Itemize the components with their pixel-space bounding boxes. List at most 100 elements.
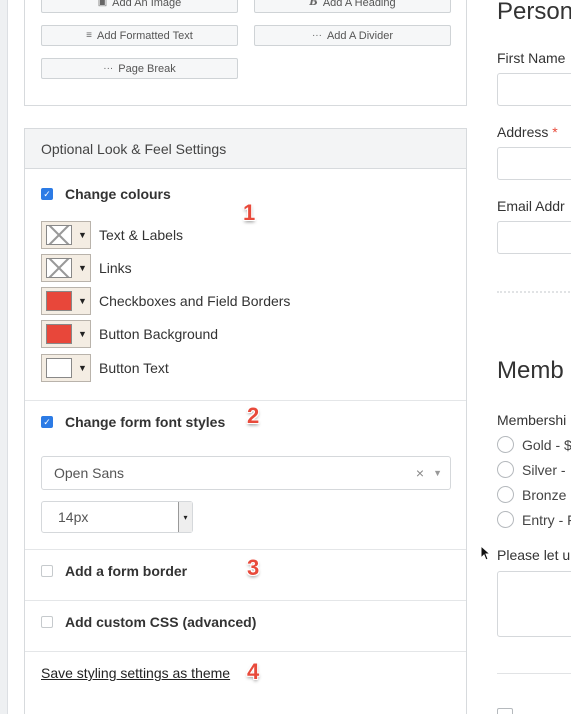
font-family-select[interactable]: Open Sans × ▼ (41, 456, 451, 490)
first-name-label: First Name (497, 50, 566, 66)
address-input[interactable] (497, 147, 571, 180)
checkboxes-borders-label: Checkboxes and Field Borders (99, 293, 291, 309)
membership-option-entry[interactable]: Entry - F (497, 511, 571, 528)
button-background-color-picker[interactable]: ▼ (41, 320, 91, 348)
image-icon: ▣ (97, 0, 108, 8)
no-color-chip (46, 258, 72, 278)
add-divider-button[interactable]: ··· Add A Divider (254, 25, 451, 46)
page-break-button[interactable]: ··· Page Break (41, 58, 238, 79)
radio-icon[interactable] (497, 461, 514, 478)
radio-icon[interactable] (497, 436, 514, 453)
preview-heading-personal: Person (497, 0, 571, 25)
change-colours-row[interactable]: ✓ Change colours (41, 186, 171, 202)
preview-divider (497, 291, 571, 293)
font-size-stepper-icon[interactable]: ▾ (178, 502, 192, 532)
add-heading-label: Add A Heading (322, 0, 396, 9)
save-theme-link[interactable]: Save styling settings as theme (41, 665, 230, 681)
white-color-chip (46, 358, 72, 378)
checkboxes-borders-color-picker[interactable]: ▼ (41, 287, 91, 315)
option-label: Entry - F (522, 511, 571, 528)
preview-checkbox[interactable] (497, 708, 513, 714)
add-formatted-text-button[interactable]: ≡ Add Formatted Text (41, 25, 238, 46)
dropdown-arrow-icon: ▼ (78, 263, 87, 273)
dropdown-arrow-icon: ▼ (78, 329, 87, 339)
membership-option-bronze[interactable]: Bronze (497, 486, 566, 503)
add-divider-label: Add A Divider (326, 29, 394, 42)
formatted-text-icon: ≡ (86, 30, 93, 41)
custom-css-checkbox[interactable] (41, 616, 53, 628)
no-color-chip (46, 225, 72, 245)
page-break-label: Page Break (118, 62, 176, 75)
font-size-value: 14px (58, 509, 89, 525)
look-feel-header: Optional Look & Feel Settings (25, 129, 466, 169)
swatch-row-button-background: ▼ Button Background (41, 320, 218, 348)
address-label: Address * (497, 124, 558, 140)
button-text-label: Button Text (99, 360, 169, 376)
add-elements-panel: ▣ Add An Image B Add A Heading ≡ Add For… (24, 0, 467, 106)
button-background-label: Button Background (99, 326, 219, 342)
step-number-4: 4 (247, 659, 260, 684)
first-name-input[interactable] (497, 73, 571, 106)
change-colours-checkbox[interactable]: ✓ (41, 188, 53, 200)
heading-icon: B (309, 0, 318, 8)
red-color-chip (46, 291, 72, 311)
swatch-row-checkboxes-borders: ▼ Checkboxes and Field Borders (41, 287, 290, 315)
mouse-cursor-icon (480, 545, 492, 561)
form-border-checkbox[interactable] (41, 565, 53, 577)
page-break-icon: ··· (103, 63, 114, 74)
please-label: Please let u (497, 547, 571, 563)
add-image-label: Add An Image (112, 0, 182, 9)
option-label: Silver - (522, 461, 566, 478)
add-image-button[interactable]: ▣ Add An Image (41, 0, 238, 13)
change-fonts-row[interactable]: ✓ Change form font styles (41, 414, 225, 430)
change-fonts-label: Change form font styles (65, 414, 226, 430)
text-labels-color-picker[interactable]: ▼ (41, 221, 91, 249)
chevron-down-icon[interactable]: ▼ (433, 468, 442, 478)
swatch-row-text-labels: ▼ Text & Labels (41, 221, 183, 249)
custom-css-label: Add custom CSS (advanced) (65, 614, 257, 630)
text-labels-label: Text & Labels (99, 227, 184, 243)
address-label-text: Address (497, 124, 549, 140)
dropdown-arrow-icon: ▼ (78, 230, 87, 240)
form-border-row[interactable]: Add a form border (41, 563, 187, 579)
add-formatted-text-label: Add Formatted Text (97, 29, 193, 42)
step-number-3: 3 (247, 555, 260, 580)
message-textarea[interactable] (497, 571, 571, 637)
membership-option-silver[interactable]: Silver - (497, 461, 566, 478)
change-fonts-section: ✓ Change form font styles 2 Open Sans × … (25, 401, 466, 550)
change-colours-label: Change colours (65, 186, 171, 202)
step-number-2: 2 (247, 403, 260, 428)
radio-icon[interactable] (497, 486, 514, 503)
clear-icon[interactable]: × (416, 465, 424, 481)
radio-icon[interactable] (497, 511, 514, 528)
email-label: Email Addr (497, 198, 565, 214)
red-color-chip (46, 324, 72, 344)
divider-icon: ··· (311, 30, 322, 41)
preview-separator (497, 673, 571, 674)
look-feel-panel: Optional Look & Feel Settings ✓ Change c… (24, 128, 467, 714)
swatch-row-links: ▼ Links (41, 254, 132, 282)
membership-label: Membershi (497, 412, 567, 428)
form-border-label: Add a form border (65, 563, 188, 579)
swatch-row-button-text: ▼ Button Text (41, 354, 169, 382)
preview-heading-membership: Memb (497, 357, 564, 384)
form-border-section: Add a form border 3 (25, 550, 466, 601)
dropdown-arrow-icon: ▼ (78, 296, 87, 306)
custom-css-section: Add custom CSS (advanced) (25, 601, 466, 652)
font-size-select[interactable]: 14px ▾ (41, 501, 193, 533)
left-edge-strip (0, 0, 8, 714)
add-heading-button[interactable]: B Add A Heading (254, 0, 451, 13)
dropdown-arrow-icon: ▼ (78, 363, 87, 373)
email-input[interactable] (497, 221, 571, 254)
form-preview: Person First Name Address * Email Addr M… (480, 0, 571, 714)
step-number-1: 1 (243, 200, 256, 225)
links-color-picker[interactable]: ▼ (41, 254, 91, 282)
custom-css-row[interactable]: Add custom CSS (advanced) (41, 614, 256, 630)
membership-option-gold[interactable]: Gold - $ (497, 436, 571, 453)
required-marker: * (552, 124, 558, 140)
look-feel-title: Optional Look & Feel Settings (41, 140, 227, 157)
change-fonts-checkbox[interactable]: ✓ (41, 416, 53, 428)
option-label: Bronze (522, 486, 567, 503)
option-label: Gold - $ (522, 436, 571, 453)
button-text-color-picker[interactable]: ▼ (41, 354, 91, 382)
